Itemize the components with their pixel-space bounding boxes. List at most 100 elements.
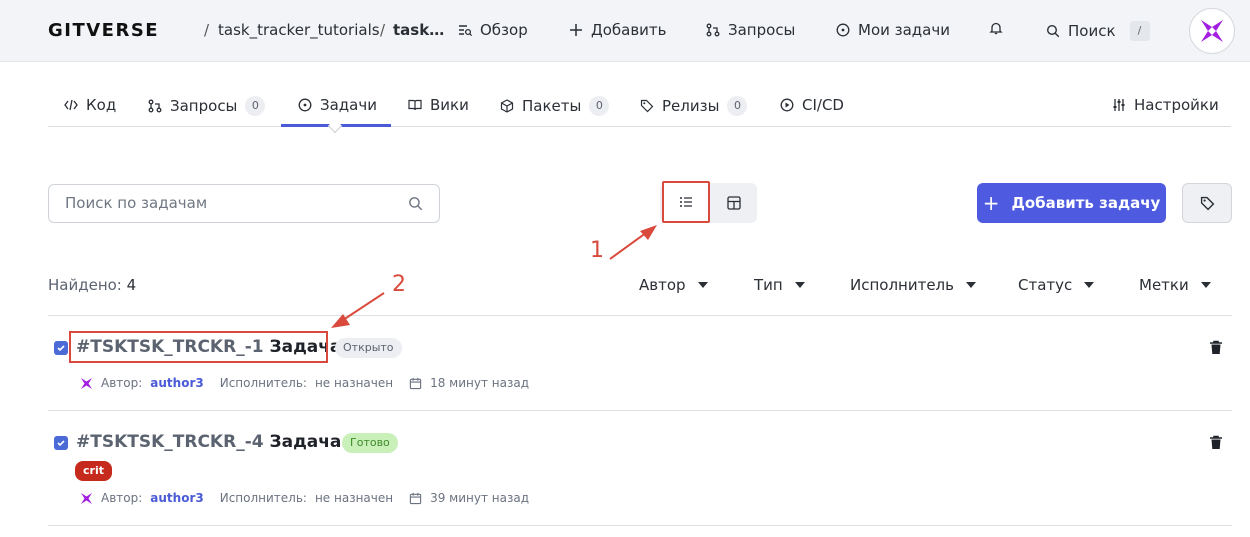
plus-icon: + (982, 191, 1000, 215)
issue-icon (836, 23, 850, 37)
filter-status[interactable]: Статус (1018, 276, 1095, 294)
author-link[interactable]: author3 (150, 376, 203, 390)
add-issue-button[interactable]: + Добавить задачу (977, 183, 1166, 223)
delete-issue-button[interactable] (1209, 340, 1223, 359)
status-badge: Открыто (335, 338, 402, 358)
nav-requests[interactable]: Запросы (706, 21, 795, 39)
nav-overview[interactable]: Обзор (458, 21, 528, 39)
tab-requests[interactable]: Запросы 0 (148, 96, 266, 116)
issue-label-crit[interactable]: crit (75, 461, 112, 481)
tag-icon (1200, 196, 1214, 210)
calendar-icon (409, 377, 422, 389)
tab-releases-label: Релизы (662, 97, 720, 115)
list-icon (680, 197, 692, 207)
board-icon (727, 196, 741, 210)
tab-packages-count: 0 (589, 96, 610, 116)
tab-settings[interactable]: Настройки (1112, 96, 1219, 114)
pull-request-icon (706, 23, 720, 37)
issue-search-input[interactable] (65, 194, 395, 212)
global-search[interactable]: Поиск / (1046, 21, 1150, 41)
found-value: 4 (126, 276, 137, 294)
active-tab-caret (327, 118, 343, 134)
avatar-logo-icon (1201, 20, 1223, 42)
nav-my-tasks-label: Мои задачи (858, 21, 950, 39)
divider (48, 315, 1232, 316)
trash-icon (1210, 435, 1222, 449)
user-avatar[interactable] (1189, 8, 1235, 54)
check-icon (57, 345, 65, 352)
assignee-label: Исполнитель: (219, 376, 307, 390)
code-icon (64, 99, 78, 111)
tab-releases[interactable]: Релизы 0 (640, 96, 748, 116)
board-view-button[interactable] (710, 183, 758, 223)
notifications-button[interactable] (989, 21, 1003, 35)
tab-code[interactable]: Код (64, 96, 116, 114)
caret-down-icon (794, 282, 805, 288)
filter-labels[interactable]: Метки (1139, 276, 1211, 294)
delete-issue-button[interactable] (1209, 435, 1223, 454)
issue-search (48, 184, 440, 223)
assignee-value: не назначен (314, 376, 394, 390)
filter-author-label: Автор (639, 276, 686, 294)
annotation-number-1: 1 (590, 238, 604, 263)
filter-type[interactable]: Тип (754, 276, 805, 294)
gitverse-logo[interactable]: GITVERSE (48, 20, 159, 41)
labels-button[interactable] (1182, 183, 1232, 223)
tab-code-label: Код (86, 96, 117, 114)
nav-my-tasks[interactable]: Мои задачи (836, 21, 950, 39)
tab-requests-label: Запросы (170, 97, 238, 115)
author-label: Автор: (101, 376, 143, 390)
search-icon[interactable] (408, 196, 423, 211)
divider (48, 410, 1232, 411)
tab-issues-label: Задачи (320, 96, 377, 114)
annotation-number-2: 2 (392, 272, 406, 297)
repo-tabs: Код Запросы 0 Задачи Вики Пакеты 0 Релиз… (48, 84, 1231, 134)
tab-releases-count: 0 (727, 96, 748, 116)
caret-down-icon (1200, 282, 1211, 288)
breadcrumb-separator: / (380, 21, 386, 39)
assignee-label: Исполнитель: (219, 491, 307, 505)
assignee-value: не назначен (314, 491, 394, 505)
nav-add-label: Добавить (591, 21, 667, 39)
overview-icon (459, 25, 472, 37)
tab-settings-label: Настройки (1134, 96, 1219, 114)
author-label: Автор: (101, 491, 143, 505)
caret-down-icon (697, 282, 708, 288)
nav-overview-label: Обзор (480, 21, 528, 39)
issue-checkbox[interactable] (54, 436, 68, 450)
issue-key: #TSKTSK_TRCKR_-4 (76, 432, 264, 452)
status-badge: Готово (342, 433, 398, 453)
list-view-button[interactable] (662, 181, 710, 223)
issue-icon (298, 98, 312, 112)
annotation-highlight-title (69, 331, 328, 363)
filter-author[interactable]: Автор (639, 276, 708, 294)
issue-checkbox[interactable] (54, 341, 68, 355)
breadcrumb-repo[interactable]: task… (393, 21, 444, 39)
tag-icon (640, 99, 654, 113)
filter-type-label: Тип (754, 276, 783, 294)
search-shortcut-key: / (1129, 21, 1150, 41)
annotation-arrow-2 (331, 292, 385, 328)
breadcrumb-owner[interactable]: task_tracker_tutorials (218, 21, 380, 39)
tab-wiki[interactable]: Вики (408, 96, 469, 114)
nav-add[interactable]: Добавить (569, 21, 667, 39)
filter-status-label: Статус (1018, 276, 1073, 294)
filter-assignee[interactable]: Исполнитель (850, 276, 976, 294)
tab-cicd-label: CI/CD (802, 96, 844, 114)
author-avatar-icon (81, 492, 92, 504)
filter-labels-label: Метки (1139, 276, 1189, 294)
author-link[interactable]: author3 (150, 491, 203, 505)
pull-request-icon (148, 99, 162, 113)
tab-packages[interactable]: Пакеты 0 (500, 96, 610, 116)
author-avatar-icon (81, 377, 92, 389)
divider (48, 525, 1232, 526)
annotation-arrow-1 (609, 225, 657, 260)
play-icon (780, 98, 794, 112)
issue-time: 18 минут назад (430, 376, 530, 390)
package-icon (500, 99, 514, 113)
issue-title-link[interactable]: #TSKTSK_TRCKR_-4 Задача 4 (76, 432, 359, 452)
tab-issues[interactable]: Задачи (298, 96, 377, 114)
tab-cicd[interactable]: CI/CD (780, 96, 844, 114)
issue-meta: Автор: author3 Исполнитель: не назначен … (80, 491, 529, 505)
found-label: Найдено: (48, 276, 122, 294)
